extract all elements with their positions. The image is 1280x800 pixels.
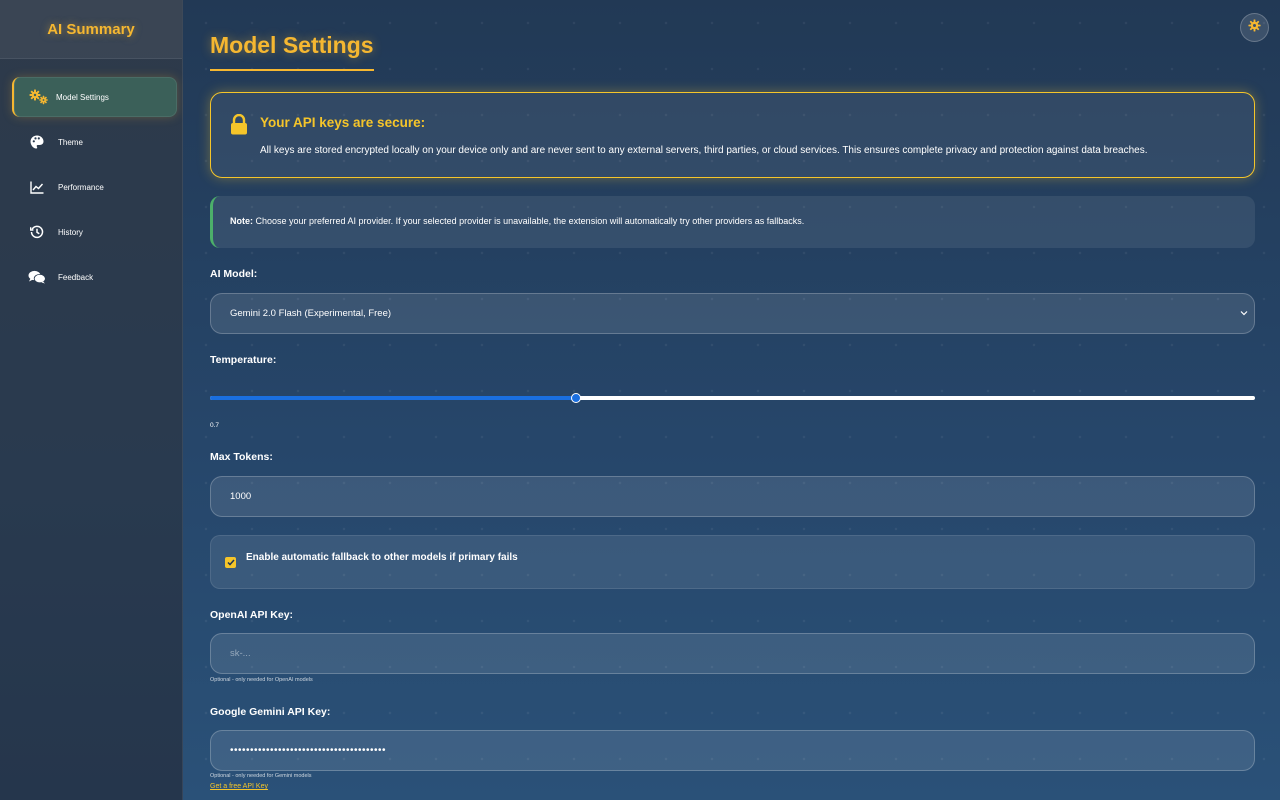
gemini-key-masked-value: •••••••••••••••••••••••••••••••••••••••	[230, 745, 387, 756]
gears-icon	[28, 89, 50, 105]
sidebar-item-label: Theme	[58, 137, 83, 147]
comments-icon	[26, 269, 48, 285]
slider-fill	[210, 396, 576, 400]
max-tokens-label: Max Tokens:	[210, 451, 273, 463]
chart-line-icon	[26, 179, 48, 195]
fallback-option: Enable automatic fallback to other model…	[210, 535, 1255, 589]
sidebar-item-performance[interactable]: Performance	[12, 167, 177, 207]
chevron-down-icon	[1240, 308, 1248, 319]
slider-thumb[interactable]	[570, 393, 581, 403]
max-tokens-input[interactable]: 1000	[210, 476, 1255, 517]
max-tokens-value: 1000	[230, 491, 252, 502]
temperature-value: 0.7	[210, 422, 220, 429]
fallback-label: Enable automatic fallback to other model…	[246, 552, 518, 563]
sidebar-nav: Model Settings Theme Performance History…	[0, 59, 182, 297]
openai-key-label: OpenAI API Key:	[210, 609, 294, 621]
gemini-key-label: Google Gemini API Key:	[210, 706, 331, 718]
sidebar-item-model-settings[interactable]: Model Settings	[12, 77, 177, 117]
model-select[interactable]: Gemini 2.0 Flash (Experimental, Free)	[210, 293, 1255, 334]
palette-icon	[26, 134, 48, 150]
page-title: Model Settings	[210, 32, 374, 71]
model-label: AI Model:	[210, 268, 258, 280]
settings-button[interactable]	[1240, 13, 1269, 42]
app-title: AI Summary	[0, 0, 182, 59]
sidebar-item-label: Performance	[58, 182, 104, 192]
model-selected-value: Gemini 2.0 Flash (Experimental, Free)	[230, 308, 392, 319]
note-text: Choose your preferred AI provider. If yo…	[253, 216, 805, 226]
lock-icon	[230, 113, 248, 140]
provider-note: Note: Choose your preferred AI provider.…	[210, 196, 1255, 248]
gemini-key-hint: Optional - only needed for Gemini models	[210, 773, 312, 779]
gemini-key-input[interactable]: •••••••••••••••••••••••••••••••••••••••	[210, 730, 1255, 771]
sidebar-item-label: Feedback	[58, 272, 94, 282]
get-free-api-key-link[interactable]: Get a free API Key	[210, 783, 268, 790]
sidebar: AI Summary Model Settings Theme Performa…	[0, 0, 183, 800]
security-notice: Your API keys are secure: All keys are s…	[210, 92, 1255, 178]
sidebar-item-theme[interactable]: Theme	[12, 122, 177, 162]
history-icon	[26, 224, 48, 240]
security-body: All keys are stored encrypted locally on…	[260, 145, 1148, 156]
gear-icon	[1248, 18, 1261, 37]
sidebar-item-history[interactable]: History	[12, 212, 177, 252]
temperature-label: Temperature:	[210, 354, 277, 366]
fallback-checkbox[interactable]	[225, 557, 236, 568]
sidebar-item-label: Model Settings	[56, 92, 109, 102]
sidebar-item-feedback[interactable]: Feedback	[12, 257, 177, 297]
openai-key-placeholder: sk-...	[230, 648, 251, 659]
security-heading: Your API keys are secure:	[260, 115, 426, 130]
sidebar-item-label: History	[58, 227, 83, 237]
temperature-slider[interactable]	[210, 393, 1255, 403]
openai-key-hint: Optional - only needed for OpenAI models	[210, 677, 313, 683]
main-content: Model Settings Your API keys are secure:…	[183, 0, 1280, 800]
openai-key-input[interactable]: sk-...	[210, 633, 1255, 674]
note-bold-label: Note:	[230, 216, 253, 226]
